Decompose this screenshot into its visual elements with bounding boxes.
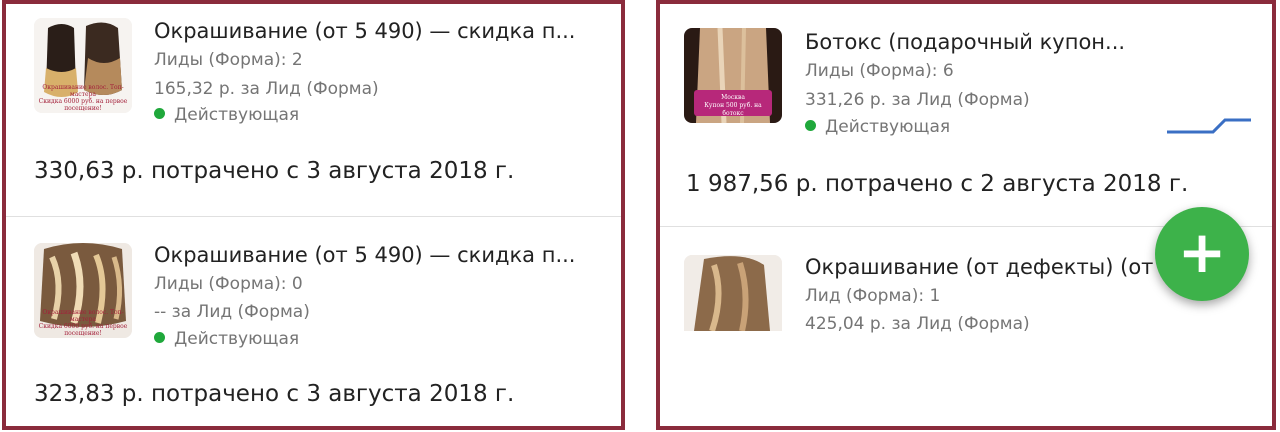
- status-active-dot-icon: [154, 108, 165, 119]
- thumbnail-caption: Окрашивание волос. Топ-мастера Скидка 60…: [38, 309, 128, 337]
- ad-thumbnail: Москва Купон 500 руб. на ботокс: [684, 28, 782, 123]
- ad-card-botox[interactable]: Москва Купон 500 руб. на ботокс Ботокс (…: [660, 4, 1272, 226]
- ad-thumbnail: [684, 255, 782, 331]
- ad-leads-count: Лиды (Форма): 6: [805, 61, 954, 81]
- left-screenshot-panel: Окрашивание волос. Топ-мастера Скидка 60…: [2, 0, 625, 430]
- status-active-dot-icon: [805, 120, 816, 131]
- ad-leads-count: Лид (Форма): 1: [805, 286, 941, 306]
- ad-cost-per-lead: -- за Лид (Форма): [154, 302, 310, 322]
- ad-status-label: Действующая: [825, 117, 951, 137]
- ad-leads-count: Лиды (Форма): 0: [154, 274, 303, 294]
- ad-cost-per-lead: 165,32 р. за Лид (Форма): [154, 79, 379, 99]
- ad-card-coloring-1[interactable]: Окрашивание волос. Топ-мастера Скидка 60…: [6, 4, 621, 216]
- sparkline-chart: [1167, 118, 1251, 134]
- ad-spent-total: 1 987,56 р. потрачено с 2 августа 2018 г…: [686, 171, 1189, 197]
- add-ad-button[interactable]: +: [1155, 207, 1249, 301]
- ad-status: Действующая: [805, 117, 950, 137]
- ad-leads-count: Лиды (Форма): 2: [154, 50, 303, 70]
- ad-title: Ботокс (подарочный купон...: [805, 30, 1126, 54]
- ad-title: Окрашивание (от 5 490) — скидка п...: [154, 243, 576, 267]
- ad-status: Действующая: [154, 329, 299, 349]
- ad-thumbnail: Окрашивание волос. Топ-мастера Скидка 60…: [34, 243, 132, 338]
- hair-photo-icon: [684, 255, 782, 331]
- plus-icon: +: [1177, 218, 1227, 286]
- ad-thumbnail: Окрашивание волос. Топ-мастера Скидка 60…: [34, 18, 132, 113]
- status-active-dot-icon: [154, 332, 165, 343]
- ad-spent-total: 330,63 р. потрачено с 3 августа 2018 г.: [34, 158, 515, 184]
- ad-title: Окрашивание (от 5 490) — скидка п...: [154, 19, 576, 43]
- thumbnail-caption: Окрашивание волос. Топ-мастера Скидка 60…: [38, 84, 128, 112]
- ad-card-coloring-2[interactable]: Окрашивание волос. Топ-мастера Скидка 60…: [6, 217, 621, 426]
- coupon-banner: Москва Купон 500 руб. на ботокс: [694, 90, 772, 117]
- ad-cost-per-lead: 331,26 р. за Лид (Форма): [805, 90, 1030, 110]
- ad-status-label: Действующая: [174, 329, 300, 349]
- ad-status: Действующая: [154, 105, 299, 125]
- ad-status-label: Действующая: [174, 105, 300, 125]
- ad-cost-per-lead: 425,04 р. за Лид (Форма): [805, 314, 1030, 334]
- ad-title: Окрашивание (от дефекты) (от: [805, 255, 1154, 279]
- ad-spent-total: 323,83 р. потрачено с 3 августа 2018 г.: [34, 381, 515, 407]
